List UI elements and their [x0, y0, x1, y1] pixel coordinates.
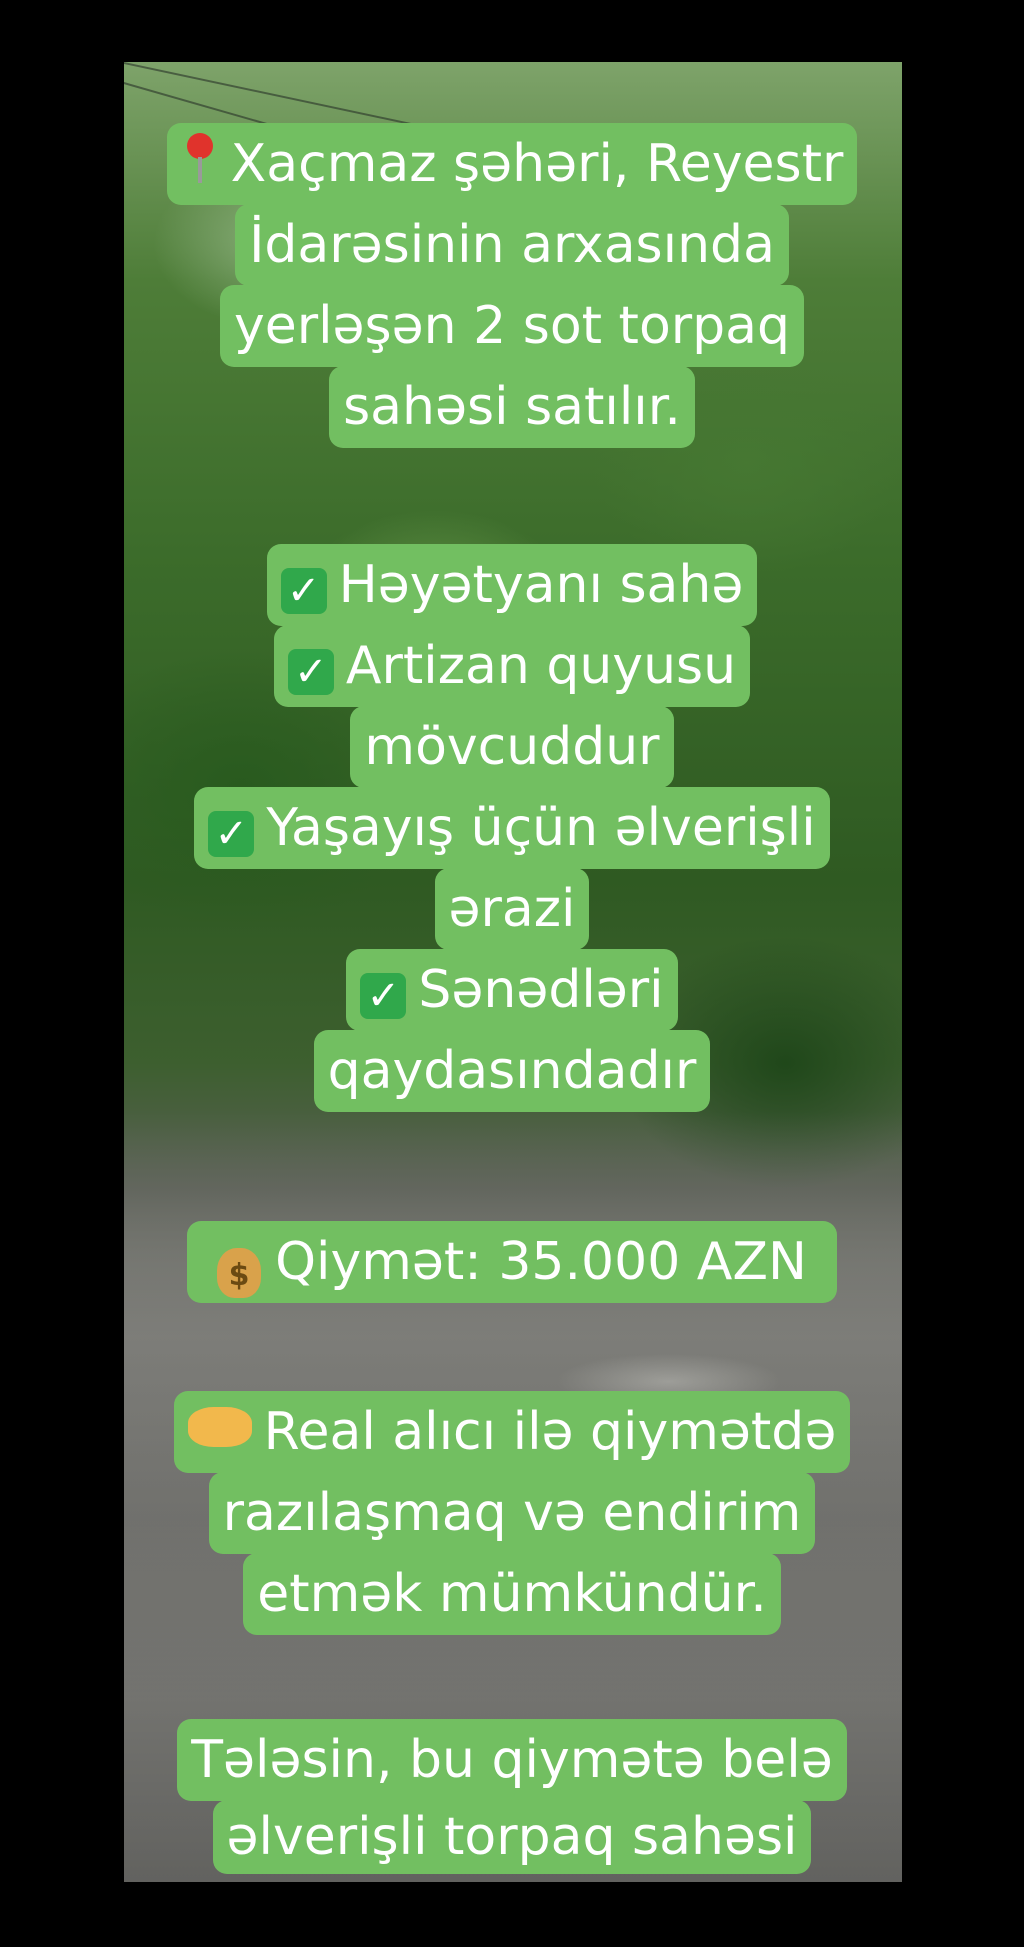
location-caption: Xaçmaz şəhəri, Reyestr İdarəsinin arxası…: [0, 123, 1024, 448]
check-mark-button-icon: ✓: [208, 811, 255, 857]
feature-line: ərazi: [434, 868, 590, 950]
check-mark-button-icon: ✓: [280, 568, 327, 614]
urgency-caption: Tələsin, bu qiymətə belə əlverişli torpa…: [0, 1719, 1024, 1874]
check-mark-button-icon: ✓: [360, 973, 407, 1019]
negotiation-line: razılaşmaq və endirim: [208, 1472, 816, 1554]
handshake-icon: [187, 1407, 252, 1447]
negotiation-caption: Real alıcı ilə qiymətdə razılaşmaq və en…: [0, 1391, 1024, 1635]
money-bag-icon: $: [217, 1248, 262, 1298]
negotiation-line: Real alıcı ilə qiymətdə: [173, 1391, 851, 1473]
feature-line: qaydasındadır: [313, 1030, 711, 1112]
feature-line: ✓ Yaşayış üçün əlverişli: [194, 787, 830, 869]
urgency-line: Tələsin, bu qiymətə belə: [177, 1719, 847, 1801]
feature-line: ✓ Həyətyanı sahə: [266, 544, 758, 626]
features-caption: ✓ Həyətyanı sahə ✓ Artizan quyusu mövcuddu…: [0, 544, 1024, 1112]
negotiation-line: etmək mümkündür.: [243, 1553, 781, 1635]
price-line: $ Qiymət: 35.000 AZN: [187, 1221, 837, 1303]
feature-line: mövcuddur: [350, 706, 674, 788]
feature-line: ✓ Sənədləri: [346, 949, 678, 1031]
caption-line: sahəsi satılır.: [329, 366, 695, 448]
price-caption: $ Qiymət: 35.000 AZN: [0, 1221, 1024, 1303]
check-mark-button-icon: ✓: [287, 649, 334, 695]
urgency-line: əlverişli torpaq sahəsi: [212, 1800, 812, 1874]
caption-line: yerləşən 2 sot torpaq: [219, 285, 805, 367]
caption-line: İdarəsinin arxasında: [235, 204, 789, 286]
feature-line: ✓ Artizan quyusu: [273, 625, 751, 707]
round-pushpin-icon: [181, 133, 217, 189]
caption-line: Xaçmaz şəhəri, Reyestr: [166, 123, 858, 205]
